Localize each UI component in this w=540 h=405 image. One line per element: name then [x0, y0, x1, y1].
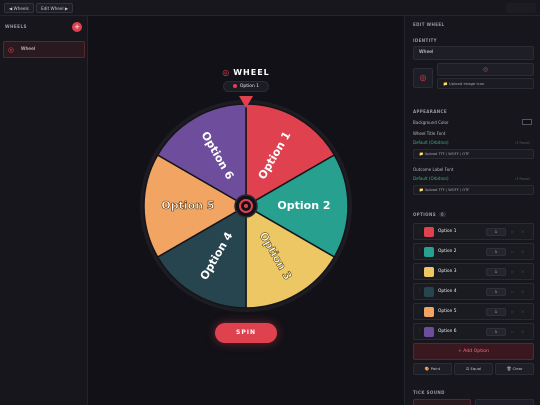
option-weight-input[interactable]: 1 [486, 248, 506, 256]
option-row[interactable]: ⋮ Option 2 1 ▫ × [413, 243, 534, 260]
drag-handle-icon[interactable]: ⋮ [417, 248, 422, 254]
wheel-stage: ◎ WHEEL Option 1 Option 1 Option 2 Option 3… [88, 16, 404, 405]
close-icon[interactable]: × [521, 309, 524, 314]
option-color-swatch[interactable] [424, 227, 434, 237]
title-font-default: Default (Orbitron) [413, 140, 449, 145]
top-right-control[interactable] [506, 3, 536, 13]
option-color-swatch[interactable] [424, 247, 434, 257]
wheel-icon-preview[interactable]: ◎ [413, 68, 433, 88]
option-row[interactable]: ⋮ Option 5 1 ▫ × [413, 303, 534, 320]
options-title-text: OPTIONS [413, 212, 436, 217]
duplicate-icon[interactable]: ▫ [511, 309, 514, 314]
duplicate-icon[interactable]: ▫ [511, 269, 514, 274]
drag-handle-icon[interactable]: ⋮ [417, 288, 422, 294]
drag-handle-icon[interactable]: ⋮ [417, 308, 422, 314]
equal-weights-button[interactable]: ⚖ Equal [454, 363, 493, 375]
outcome-font-reset-button[interactable]: ↺ Reset [515, 176, 530, 181]
target-icon-center [244, 204, 248, 208]
target-icon: ◎ [419, 73, 427, 82]
close-icon[interactable]: × [521, 289, 524, 294]
option-row[interactable]: ⋮ Option 4 1 ▫ × [413, 283, 534, 300]
option-color-swatch[interactable] [424, 327, 434, 337]
option-label[interactable]: Option 3 [438, 269, 456, 274]
paint-colors-button[interactable]: 🎨 Paint [413, 363, 452, 375]
edit-wheel-button[interactable]: Edit Wheel ▶ [36, 3, 74, 13]
duplicate-icon[interactable]: ▫ [511, 329, 514, 334]
background-color-label: Background Color [413, 120, 449, 125]
option-color-swatch[interactable] [424, 307, 434, 317]
option-color-swatch[interactable] [424, 267, 434, 277]
panel-heading: EDIT WHEEL [413, 22, 445, 27]
drag-handle-icon[interactable]: ⋮ [417, 328, 422, 334]
option-label[interactable]: Option 1 [438, 229, 456, 234]
option-weight-input[interactable]: 1 [486, 328, 506, 336]
top-bar: ◀ Wheels Edit Wheel ▶ [0, 0, 540, 16]
option-weight-input[interactable]: 1 [486, 268, 506, 276]
wheels-sidebar: WHEELS + ◎ Wheel [0, 16, 88, 405]
appearance-section-title: APPEARANCE [413, 109, 447, 114]
tick-sound-option-1[interactable] [413, 399, 471, 405]
option-label[interactable]: Option 5 [438, 309, 456, 314]
close-icon[interactable]: × [521, 249, 524, 254]
close-icon[interactable]: × [521, 329, 524, 334]
back-to-wheels-button[interactable]: ◀ Wheels [4, 3, 34, 13]
tick-sound-section-title: TICK SOUND [413, 390, 445, 395]
spin-button[interactable]: SPIN [215, 323, 277, 343]
selected-option-pill: Option 1 [223, 81, 269, 92]
background-color-swatch[interactable] [522, 119, 532, 125]
wheel-segment-label: Option 2 [277, 199, 330, 212]
option-label[interactable]: Option 4 [438, 289, 456, 294]
upload-outcome-font-button[interactable]: 📁 Upload TTF / WOFF / OTF [413, 185, 534, 195]
close-icon[interactable]: × [521, 229, 524, 234]
wheel-title: ◎ WHEEL [88, 68, 404, 77]
wheel[interactable]: Option 1Option 2Option 3Option 4Option 5… [134, 92, 358, 316]
option-color-swatch[interactable] [424, 287, 434, 297]
options-count-badge: 6 [438, 212, 446, 217]
outcome-font-default: Default (Orbitron) [413, 176, 449, 181]
target-icon: ◎ [222, 68, 231, 77]
sidebar-title: WHEELS [5, 24, 27, 29]
clear-options-button[interactable]: 🗑 Clear [495, 363, 534, 375]
target-icon: ◎ [8, 46, 15, 54]
option-row[interactable]: ⋮ Option 6 1 ▫ × [413, 323, 534, 340]
duplicate-icon[interactable]: ▫ [511, 289, 514, 294]
add-wheel-button[interactable]: + [72, 22, 82, 32]
drag-handle-icon[interactable]: ⋮ [417, 268, 422, 274]
title-font-label: Wheel Title Font [413, 131, 446, 136]
identity-section-title: IDENTITY [413, 38, 437, 43]
close-icon[interactable]: × [521, 269, 524, 274]
emoji-icon-input[interactable]: ◎ [437, 63, 534, 76]
option-label[interactable]: Option 6 [438, 329, 456, 334]
option-weight-input[interactable]: 1 [486, 228, 506, 236]
duplicate-icon[interactable]: ▫ [511, 229, 514, 234]
sidebar-item-wheel[interactable]: ◎ Wheel [3, 41, 85, 58]
target-icon: ◎ [482, 66, 489, 73]
option-row[interactable]: ⋮ Option 1 1 ▫ × [413, 223, 534, 240]
wheel-name-input[interactable]: Wheel [413, 46, 534, 60]
options-section-title: OPTIONS 6 [413, 212, 446, 217]
upload-image-icon-button[interactable]: 📁 Upload image icon [437, 78, 534, 89]
duplicate-icon[interactable]: ▫ [511, 249, 514, 254]
drag-handle-icon[interactable]: ⋮ [417, 228, 422, 234]
selected-option-text: Option 1 [239, 84, 260, 89]
option-row[interactable]: ⋮ Option 3 1 ▫ × [413, 263, 534, 280]
wheel-segment-label: Option 5 [161, 199, 214, 212]
title-font-reset-button[interactable]: ↺ Reset [515, 140, 530, 145]
sidebar-item-label: Wheel [21, 47, 36, 52]
option-weight-input[interactable]: 1 [486, 308, 506, 316]
selected-dot [232, 83, 237, 88]
upload-title-font-button[interactable]: 📁 Upload TTF / WOFF / OTF [413, 149, 534, 159]
tick-sound-option-2[interactable] [475, 399, 534, 405]
add-option-button[interactable]: + Add Option [413, 343, 534, 360]
outcome-font-label: Outcome Label Font [413, 167, 454, 172]
option-weight-input[interactable]: 1 [486, 288, 506, 296]
wheel-title-text: WHEEL [233, 68, 270, 77]
option-label[interactable]: Option 2 [438, 249, 456, 254]
edit-wheel-panel: EDIT WHEEL IDENTITY Wheel ◎ ◎ 📁 Upload i… [404, 16, 540, 405]
